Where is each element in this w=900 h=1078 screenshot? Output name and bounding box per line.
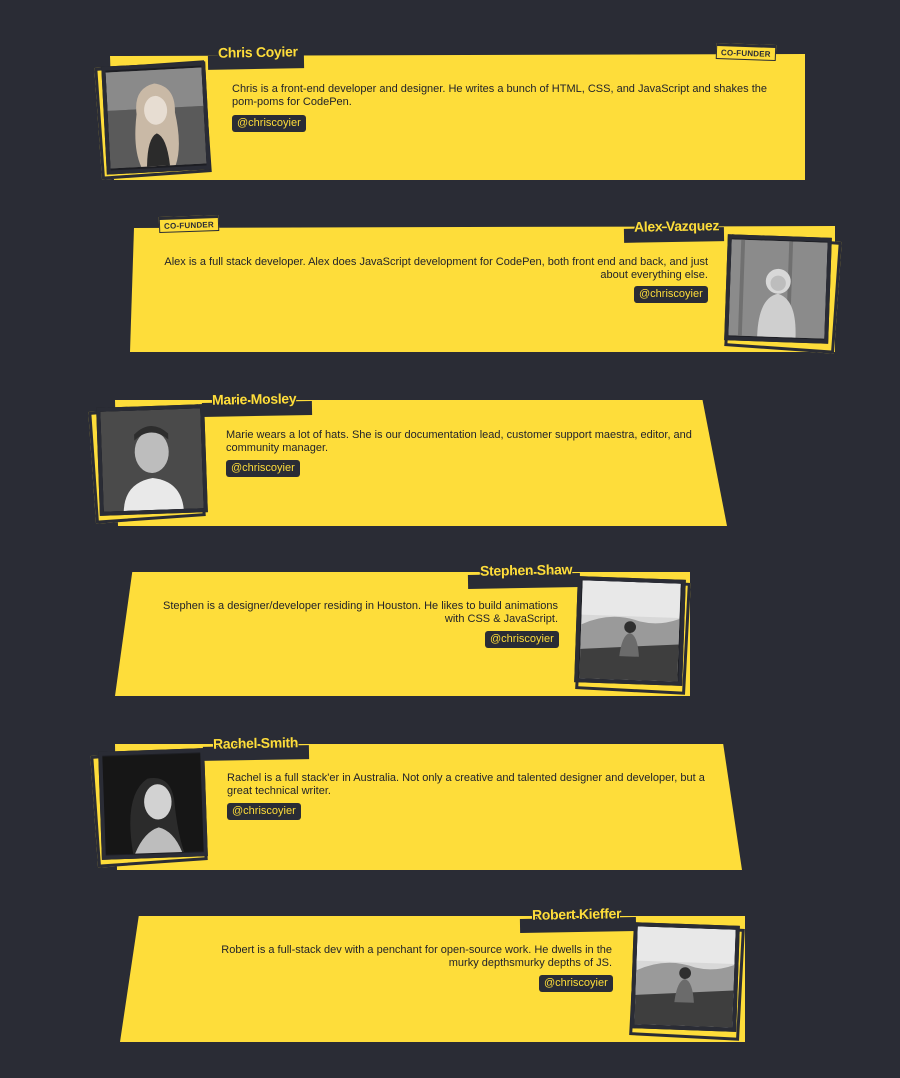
team-card-robert-kieffer: Robert Kieffer Robert is a full-stack de… [0, 905, 900, 1078]
twitter-handle-link[interactable]: @chriscoyier [227, 803, 301, 820]
twitter-handle-link[interactable]: @chriscoyier [634, 286, 708, 303]
team-card-chris-coyier: CO-FUNDER Chris Coyier Chris is a front-… [0, 42, 900, 216]
man-portrait-photo [100, 408, 204, 512]
cofunder-badge: CO-FUNDER [158, 214, 220, 234]
woman-portrait-photo [105, 67, 207, 169]
team-card-rachel-smith: Rachel Smith Rachel is a full stack'er i… [0, 734, 900, 906]
profile-photo [574, 576, 686, 686]
man-on-cliff-photo [634, 926, 736, 1028]
twitter-handle-link[interactable]: @chriscoyier [539, 975, 613, 992]
cofunder-badge: CO-FUNDER [715, 42, 777, 62]
card-banner [110, 54, 805, 180]
member-name: Robert Kieffer [531, 905, 622, 923]
profile-photo [96, 404, 208, 516]
team-card-marie-mosley: Marie Mosley Marie wears a lot of hats. … [0, 390, 900, 562]
team-card-stephen-shaw: Stephen Shaw Stephen is a designer/devel… [0, 561, 900, 734]
member-description: Alex is a full stack developer. Alex doe… [164, 256, 708, 281]
member-description: Marie wears a lot of hats. She is our do… [226, 429, 692, 454]
member-name: Alex Vazquez [633, 217, 720, 235]
man-on-cliff-photo [579, 580, 681, 682]
member-description: Stephen is a designer/developer residing… [162, 600, 558, 625]
twitter-handle-link[interactable]: @chriscoyier [232, 115, 306, 132]
card-banner [115, 744, 742, 870]
team-card-alex-vazquez: CO-FUNDER Alex Vazquez Alex is a full st… [0, 214, 900, 386]
man-hoodie-photo [728, 239, 828, 339]
member-description: Rachel is a full stack'er in Australia. … [227, 772, 705, 797]
profile-photo [101, 61, 211, 175]
member-name: Rachel Smith [212, 734, 299, 752]
profile-photo [724, 234, 832, 344]
member-name: Chris Coyier [217, 43, 298, 61]
profile-photo [630, 922, 740, 1032]
member-name: Stephen Shaw [479, 561, 573, 579]
woman-dark-portrait-photo [102, 753, 204, 855]
twitter-handle-link[interactable]: @chriscoyier [226, 460, 300, 477]
member-description: Robert is a full-stack dev with a pencha… [221, 944, 612, 969]
member-name: Marie Mosley [211, 390, 297, 408]
member-description: Chris is a front-end developer and desig… [232, 83, 768, 108]
twitter-handle-link[interactable]: @chriscoyier [485, 631, 559, 648]
profile-photo [98, 748, 208, 860]
